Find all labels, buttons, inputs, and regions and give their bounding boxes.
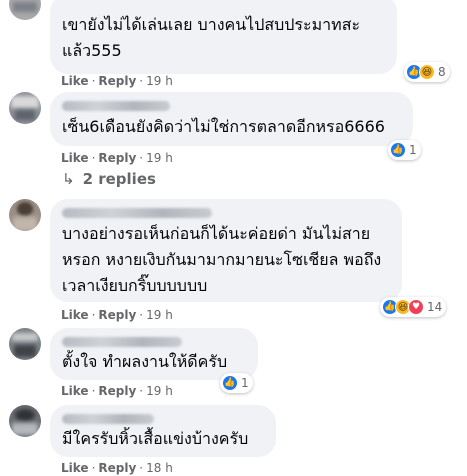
- reaction-summary[interactable]: 👍 😆 ♥ 14: [380, 297, 447, 317]
- comment-bubble: บางอย่างรอเห็นก่อนก็ได้นะค่อยด่า มันไม่ส…: [50, 199, 402, 302]
- like-reaction-icon: 👍: [222, 375, 238, 391]
- like-link[interactable]: Like: [61, 384, 89, 398]
- like-reaction-icon: 👍: [390, 142, 406, 158]
- comment-bubble: เซ็น6เดือนยังคิดว่าไม่ใช่การตลาดอีกหรอ66…: [50, 92, 413, 146]
- comment-text-line: หรอก หงายเงิบกันมามากมายนะโซเชียล พอถึง: [62, 250, 382, 269]
- timestamp[interactable]: 19 h: [146, 151, 173, 165]
- reply-link[interactable]: Reply: [98, 461, 136, 475]
- love-reaction-icon: ♥: [408, 299, 424, 315]
- comment-text-line: เขายังไม่ได้เล่นเลย บางคนไปสบประมาทสะ: [62, 15, 361, 34]
- comment-text-line: เวลาเงียบกริ๊บบบบบบ: [62, 276, 208, 295]
- timestamp[interactable]: 18 h: [146, 461, 173, 475]
- comment-actions: Like · Reply · 19 h: [61, 308, 173, 322]
- comment-actions: Like · Reply · 18 h: [61, 461, 173, 475]
- avatar[interactable]: [9, 328, 41, 360]
- commenter-name[interactable]: [62, 414, 154, 424]
- commenter-name[interactable]: [62, 101, 170, 111]
- reply-link[interactable]: Reply: [98, 74, 136, 88]
- commenter-name[interactable]: [62, 208, 212, 218]
- comment-text-line: ตั้งใจ ทำผลงานให้ดีครับ: [62, 352, 228, 371]
- comment-bubble: เขายังไม่ได้เล่นเลย บางคนไปสบประมาทสะ แล…: [50, 0, 397, 74]
- avatar[interactable]: [9, 405, 41, 437]
- avatar[interactable]: [9, 0, 41, 20]
- avatar[interactable]: [9, 92, 41, 124]
- reaction-summary[interactable]: 👍 1: [388, 140, 421, 160]
- comment-bubble: ตั้งใจ ทำผลงานให้ดีครับ: [50, 328, 258, 380]
- reaction-summary[interactable]: 👍 1: [220, 373, 253, 393]
- comment-text-line: แล้ว555: [62, 41, 122, 60]
- like-link[interactable]: Like: [61, 151, 89, 165]
- like-link[interactable]: Like: [61, 308, 89, 322]
- reply-link[interactable]: Reply: [98, 384, 136, 398]
- comment-text-line: มีใครรับหิ้วเสื้อแข่งบ้างครับ: [62, 429, 249, 448]
- reaction-summary[interactable]: 👍 😆 8: [404, 62, 450, 82]
- reply-link[interactable]: Reply: [98, 308, 136, 322]
- haha-reaction-icon: 😆: [419, 64, 435, 80]
- reply-link[interactable]: Reply: [98, 151, 136, 165]
- comment-text-line: บางอย่างรอเห็นก่อนก็ได้นะค่อยด่า มันไม่ส…: [62, 224, 371, 243]
- reaction-count: 8: [438, 65, 446, 79]
- commenter-name[interactable]: [62, 337, 182, 347]
- timestamp[interactable]: 19 h: [146, 384, 173, 398]
- replies-label: 2 replies: [82, 170, 156, 188]
- comment-actions: Like · Reply · 19 h: [61, 74, 173, 88]
- view-replies-link[interactable]: ↳ 2 replies: [62, 170, 156, 188]
- reaction-count: 14: [427, 300, 443, 314]
- avatar[interactable]: [9, 199, 41, 231]
- comment-text-line: เซ็น6เดือนยังคิดว่าไม่ใช่การตลาดอีกหรอ66…: [62, 117, 385, 136]
- like-link[interactable]: Like: [61, 74, 89, 88]
- timestamp[interactable]: 19 h: [146, 74, 173, 88]
- reaction-count: 1: [409, 143, 417, 157]
- comment-actions: Like · Reply · 19 h: [61, 151, 173, 165]
- comment-bubble: มีใครรับหิ้วเสื้อแข่งบ้างครับ: [50, 405, 276, 457]
- like-link[interactable]: Like: [61, 461, 89, 475]
- reaction-count: 1: [241, 376, 249, 390]
- reply-arrow-icon: ↳: [62, 170, 75, 188]
- comment-actions: Like · Reply · 19 h: [61, 384, 173, 398]
- timestamp[interactable]: 19 h: [146, 308, 173, 322]
